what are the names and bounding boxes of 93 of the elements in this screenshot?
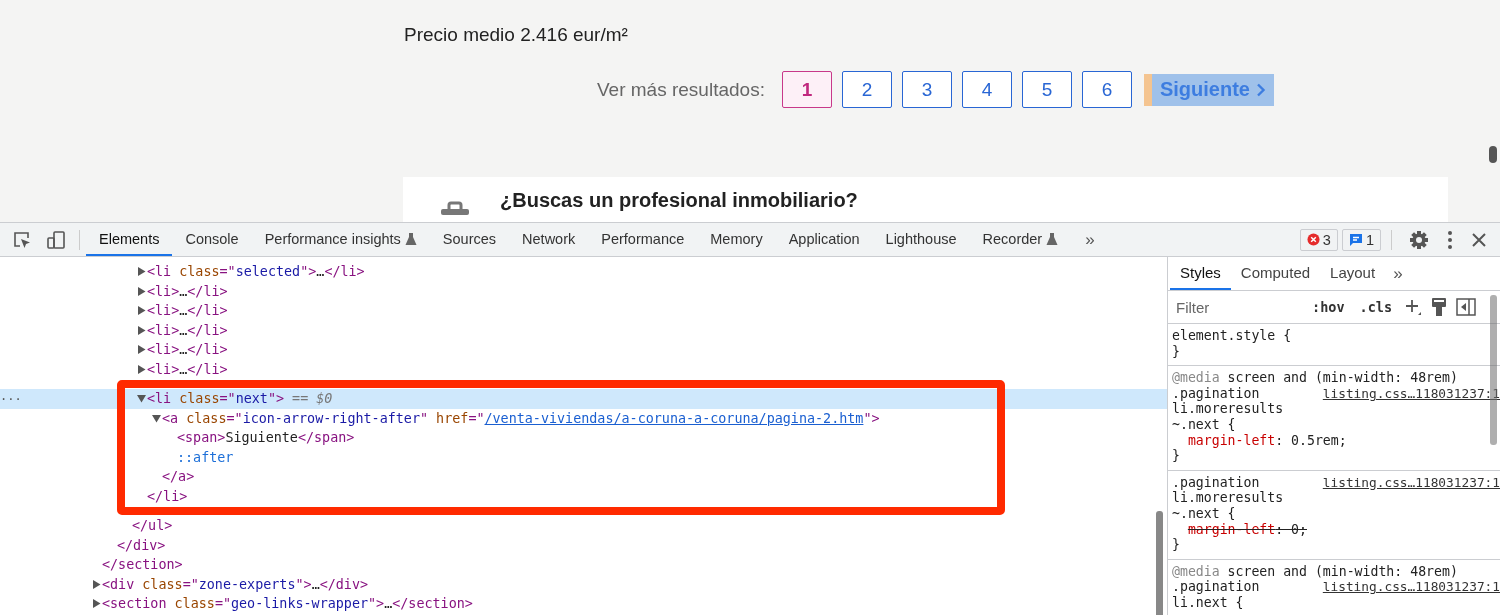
error-count-button[interactable]: 3 (1299, 228, 1338, 251)
expand-toggle-icon[interactable] (92, 599, 101, 609)
closing-brace: } (1172, 448, 1181, 464)
settings-icon[interactable] (1409, 229, 1429, 250)
code-line: <span>Siguiente</span> (177, 430, 355, 446)
flask-icon (404, 231, 417, 246)
class-button[interactable]: .cls (1356, 299, 1396, 315)
code-line: <li class="next"> == $0 (147, 391, 333, 407)
expand-toggle-icon[interactable] (137, 394, 146, 404)
page-link[interactable]: 3 (901, 71, 952, 108)
expand-toggle-icon[interactable] (137, 364, 146, 374)
css-declaration[interactable]: margin-left: 0.5rem; (1172, 432, 1500, 449)
devtools-tab[interactable]: Network (509, 223, 589, 256)
css-selector: .pagination (1172, 474, 1260, 491)
css-selector: li.next { (1172, 594, 1244, 610)
devtools-tab[interactable]: Elements (86, 223, 173, 256)
closing-brace: } (1172, 537, 1181, 553)
source-link[interactable]: listing.css…118031237:1 (1322, 579, 1500, 595)
page-link[interactable]: 2 (841, 71, 892, 108)
row-gutter-dots: ··· (0, 391, 22, 406)
code-line: </li> (147, 488, 188, 504)
message-icon (1348, 232, 1363, 247)
devtools-tab[interactable]: Sources (429, 223, 510, 256)
flask-icon (1046, 231, 1059, 246)
more-tabs-button[interactable]: » (1385, 257, 1411, 290)
sidebar-toggle-icon[interactable] (1456, 298, 1477, 316)
hover-state-button[interactable]: :hov (1309, 299, 1348, 315)
paint-roller-icon[interactable] (1431, 297, 1448, 317)
expand-toggle-icon[interactable] (137, 325, 146, 335)
devtools-tab[interactable]: Lighthouse (872, 223, 970, 256)
sidebar-tab[interactable]: Layout (1320, 257, 1386, 290)
expand-toggle-icon[interactable] (137, 286, 146, 296)
devtools-tab[interactable]: Performance insights (251, 223, 430, 256)
sidebar-tab[interactable]: Styles (1170, 257, 1231, 290)
average-price: Precio medio 2.416 eur/m² (404, 24, 629, 46)
scrollbar-thumb[interactable] (1489, 146, 1497, 163)
card-heading: ¿Buscas un profesional inmobiliario? (500, 189, 858, 212)
media-query: @media screen and (min-width: 48rem) (1172, 370, 1459, 386)
css-selector: element.style { (1172, 328, 1292, 343)
page-link[interactable]: 5 (1021, 71, 1072, 108)
code-line: <li>…</li> (147, 361, 228, 377)
code-line: <li>…</li> (147, 322, 228, 338)
code-line: <li>…</li> (147, 283, 228, 299)
css-selector: .pagination (1172, 579, 1260, 595)
page-link[interactable]: 1 (781, 71, 832, 108)
closing-brace: } (1172, 343, 1181, 360)
expand-toggle-icon[interactable] (137, 267, 146, 277)
css-selector: li.moreresults (1172, 490, 1284, 506)
code-line: <li class="selected">…</li> (147, 264, 365, 280)
expand-toggle-icon[interactable] (137, 345, 146, 355)
page-link[interactable]: 6 (1081, 71, 1132, 108)
code-line: <section class="geo-links-wrapper">…</section> (102, 596, 473, 612)
code-line: <li>…</li> (147, 342, 228, 358)
css-selector: ~.next { (1172, 505, 1236, 521)
more-tabs-button[interactable]: » (1071, 223, 1109, 256)
devtools-tab[interactable]: Console (172, 223, 252, 256)
selected-row[interactable]: ··· <li class="next"> == $0 (0, 389, 1167, 409)
code-line: </a> (162, 469, 195, 485)
more-options-icon[interactable] (1447, 229, 1453, 250)
code-line: <a class="icon-arrow-right-after" href="/venta-viviendas/a-coruna-a-coruna/pagina-2.htm"> (162, 410, 880, 426)
error-icon (1306, 233, 1320, 246)
source-link[interactable]: listing.css…118031237:1 (1322, 385, 1500, 402)
plus-icon[interactable] (1404, 298, 1423, 316)
devtools-tab[interactable]: Performance (588, 223, 698, 256)
scrollbar-thumb[interactable] (1156, 511, 1163, 615)
close-icon[interactable] (1471, 231, 1487, 248)
expand-toggle-icon[interactable] (152, 413, 161, 423)
source-link[interactable]: listing.css…118031237:1 (1322, 474, 1500, 491)
chevron-right-icon (1255, 82, 1266, 97)
device-toolbar-icon[interactable] (46, 229, 66, 250)
devtools-tab[interactable]: Application (775, 223, 873, 256)
page-link[interactable]: 4 (961, 71, 1012, 108)
pagination-label: Ver más resultados: (597, 78, 765, 101)
expand-toggle-icon[interactable] (92, 579, 101, 589)
code-line: </div> (117, 537, 166, 553)
css-declaration[interactable]: margin-left: 0; (1172, 521, 1500, 538)
briefcase-icon (440, 201, 470, 215)
link[interactable]: /venta-viviendas/a-coruna-a-coruna/pagina-2.htm (484, 410, 864, 426)
inspect-icon[interactable] (12, 229, 32, 250)
media-query: @media screen and (min-width: 48rem) (1172, 563, 1459, 580)
css-selector: ~.next { (1172, 416, 1236, 432)
expand-toggle-icon[interactable] (137, 306, 146, 316)
code-line: ::after (177, 449, 234, 465)
sidebar-tab[interactable]: Computed (1230, 257, 1321, 290)
code-line: </section> (102, 557, 183, 573)
code-line: <li>…</li> (147, 303, 228, 319)
css-selector: .pagination (1172, 385, 1260, 402)
message-count-button[interactable]: 1 (1341, 228, 1381, 251)
devtools-tab[interactable]: Memory (697, 223, 776, 256)
code-line: <div class="zone-experts">…</div> (102, 576, 369, 592)
css-selector: li.moreresults (1172, 401, 1284, 417)
code-line: </ul> (132, 518, 173, 534)
devtools-tab[interactable]: Recorder (969, 223, 1072, 256)
